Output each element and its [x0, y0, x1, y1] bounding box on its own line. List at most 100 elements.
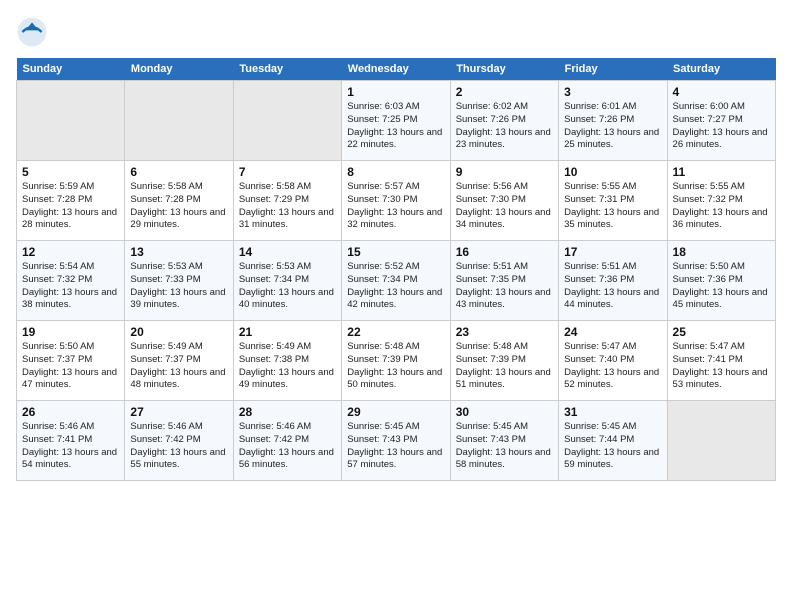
- weekday-header-tuesday: Tuesday: [233, 58, 341, 81]
- day-info: Sunrise: 5:54 AM Sunset: 7:32 PM Dayligh…: [22, 261, 119, 312]
- calendar-cell: 27 Sunrise: 5:46 AM Sunset: 7:42 PM Dayli…: [125, 401, 233, 481]
- day-number: 13: [130, 245, 227, 259]
- calendar-cell: 15 Sunrise: 5:52 AM Sunset: 7:34 PM Dayli…: [342, 241, 450, 321]
- calendar-cell: 1 Sunrise: 6:03 AM Sunset: 7:25 PM Daylig…: [342, 81, 450, 161]
- day-info: Sunrise: 5:49 AM Sunset: 7:38 PM Dayligh…: [239, 341, 336, 392]
- calendar-cell: 17 Sunrise: 5:51 AM Sunset: 7:36 PM Dayli…: [559, 241, 667, 321]
- day-number: 11: [673, 165, 770, 179]
- day-number: 2: [456, 85, 553, 99]
- calendar-week-row: 19 Sunrise: 5:50 AM Sunset: 7:37 PM Dayli…: [17, 321, 776, 401]
- day-number: 23: [456, 325, 553, 339]
- day-number: 20: [130, 325, 227, 339]
- day-info: Sunrise: 5:47 AM Sunset: 7:40 PM Dayligh…: [564, 341, 661, 392]
- logo-icon: [16, 16, 48, 48]
- calendar-week-row: 5Sunrise: 5:59 AM Sunset: 7:28 PM Daylig…: [17, 161, 776, 241]
- calendar-cell: 28Sunrise: 5:46 AM Sunset: 7:42 PM Dayli…: [233, 401, 341, 481]
- day-info: Sunrise: 5:53 AM Sunset: 7:34 PM Dayligh…: [239, 261, 336, 312]
- calendar-cell: [17, 81, 125, 161]
- day-number: 7: [239, 165, 336, 179]
- day-info: Sunrise: 6:01 AM Sunset: 7:26 PM Dayligh…: [564, 101, 661, 152]
- calendar-cell: 5Sunrise: 5:59 AM Sunset: 7:28 PM Daylig…: [17, 161, 125, 241]
- calendar-cell: 9 Sunrise: 5:56 AM Sunset: 7:30 PM Daylig…: [450, 161, 558, 241]
- day-info: Sunrise: 5:55 AM Sunset: 7:32 PM Dayligh…: [673, 181, 770, 232]
- calendar-cell: 31Sunrise: 5:45 AM Sunset: 7:44 PM Dayli…: [559, 401, 667, 481]
- calendar-cell: 6 Sunrise: 5:58 AM Sunset: 7:28 PM Daylig…: [125, 161, 233, 241]
- day-number: 21: [239, 325, 336, 339]
- day-info: Sunrise: 5:45 AM Sunset: 7:43 PM Dayligh…: [347, 421, 444, 472]
- day-info: Sunrise: 5:51 AM Sunset: 7:35 PM Dayligh…: [456, 261, 553, 312]
- day-info: Sunrise: 5:46 AM Sunset: 7:42 PM Dayligh…: [239, 421, 336, 472]
- weekday-header-row: SundayMondayTuesdayWednesdayThursdayFrid…: [17, 58, 776, 81]
- calendar-cell: 26 Sunrise: 5:46 AM Sunset: 7:41 PM Dayli…: [17, 401, 125, 481]
- calendar-week-row: 12 Sunrise: 5:54 AM Sunset: 7:32 PM Dayli…: [17, 241, 776, 321]
- calendar-cell: 4 Sunrise: 6:00 AM Sunset: 7:27 PM Daylig…: [667, 81, 775, 161]
- day-info: Sunrise: 5:50 AM Sunset: 7:37 PM Dayligh…: [22, 341, 119, 392]
- calendar-cell: 2 Sunrise: 6:02 AM Sunset: 7:26 PM Daylig…: [450, 81, 558, 161]
- weekday-header-monday: Monday: [125, 58, 233, 81]
- calendar-cell: 29 Sunrise: 5:45 AM Sunset: 7:43 PM Dayli…: [342, 401, 450, 481]
- day-number: 14: [239, 245, 336, 259]
- day-info: Sunrise: 5:47 AM Sunset: 7:41 PM Dayligh…: [673, 341, 770, 392]
- day-info: Sunrise: 5:45 AM Sunset: 7:44 PM Dayligh…: [564, 421, 661, 472]
- day-info: Sunrise: 5:50 AM Sunset: 7:36 PM Dayligh…: [673, 261, 770, 312]
- calendar-cell: 21 Sunrise: 5:49 AM Sunset: 7:38 PM Dayli…: [233, 321, 341, 401]
- calendar-cell: 19 Sunrise: 5:50 AM Sunset: 7:37 PM Dayli…: [17, 321, 125, 401]
- day-number: 30: [456, 405, 553, 419]
- day-info: Sunrise: 5:51 AM Sunset: 7:36 PM Dayligh…: [564, 261, 661, 312]
- day-number: 12: [22, 245, 119, 259]
- day-number: 6: [130, 165, 227, 179]
- calendar-cell: 22 Sunrise: 5:48 AM Sunset: 7:39 PM Dayli…: [342, 321, 450, 401]
- day-info: Sunrise: 5:58 AM Sunset: 7:29 PM Dayligh…: [239, 181, 336, 232]
- day-info: Sunrise: 5:56 AM Sunset: 7:30 PM Dayligh…: [456, 181, 553, 232]
- day-info: Sunrise: 6:00 AM Sunset: 7:27 PM Dayligh…: [673, 101, 770, 152]
- calendar-cell: 13 Sunrise: 5:53 AM Sunset: 7:33 PM Dayli…: [125, 241, 233, 321]
- day-number: 17: [564, 245, 661, 259]
- day-info: Sunrise: 5:58 AM Sunset: 7:28 PM Dayligh…: [130, 181, 227, 232]
- day-info: Sunrise: 5:52 AM Sunset: 7:34 PM Dayligh…: [347, 261, 444, 312]
- day-number: 4: [673, 85, 770, 99]
- calendar-table: SundayMondayTuesdayWednesdayThursdayFrid…: [16, 58, 776, 481]
- calendar-cell: [233, 81, 341, 161]
- day-number: 29: [347, 405, 444, 419]
- day-number: 1: [347, 85, 444, 99]
- calendar-cell: 3Sunrise: 6:01 AM Sunset: 7:26 PM Daylig…: [559, 81, 667, 161]
- weekday-header-wednesday: Wednesday: [342, 58, 450, 81]
- day-info: Sunrise: 5:55 AM Sunset: 7:31 PM Dayligh…: [564, 181, 661, 232]
- day-info: Sunrise: 6:02 AM Sunset: 7:26 PM Dayligh…: [456, 101, 553, 152]
- calendar-cell: 12 Sunrise: 5:54 AM Sunset: 7:32 PM Dayli…: [17, 241, 125, 321]
- calendar-cell: [667, 401, 775, 481]
- calendar-cell: 11 Sunrise: 5:55 AM Sunset: 7:32 PM Dayli…: [667, 161, 775, 241]
- calendar-cell: 18Sunrise: 5:50 AM Sunset: 7:36 PM Dayli…: [667, 241, 775, 321]
- calendar-cell: 10 Sunrise: 5:55 AM Sunset: 7:31 PM Dayli…: [559, 161, 667, 241]
- day-number: 24: [564, 325, 661, 339]
- day-number: 15: [347, 245, 444, 259]
- calendar-cell: 8Sunrise: 5:57 AM Sunset: 7:30 PM Daylig…: [342, 161, 450, 241]
- calendar-week-row: 26 Sunrise: 5:46 AM Sunset: 7:41 PM Dayli…: [17, 401, 776, 481]
- calendar-header: SundayMondayTuesdayWednesdayThursdayFrid…: [17, 58, 776, 81]
- day-info: Sunrise: 5:46 AM Sunset: 7:42 PM Dayligh…: [130, 421, 227, 472]
- day-info: Sunrise: 5:48 AM Sunset: 7:39 PM Dayligh…: [347, 341, 444, 392]
- calendar-cell: 24 Sunrise: 5:47 AM Sunset: 7:40 PM Dayli…: [559, 321, 667, 401]
- calendar-week-row: 1 Sunrise: 6:03 AM Sunset: 7:25 PM Daylig…: [17, 81, 776, 161]
- day-number: 27: [130, 405, 227, 419]
- calendar-cell: 20Sunrise: 5:49 AM Sunset: 7:37 PM Dayli…: [125, 321, 233, 401]
- day-number: 26: [22, 405, 119, 419]
- weekday-header-sunday: Sunday: [17, 58, 125, 81]
- calendar-cell: 25Sunrise: 5:47 AM Sunset: 7:41 PM Dayli…: [667, 321, 775, 401]
- calendar-cell: 30Sunrise: 5:45 AM Sunset: 7:43 PM Dayli…: [450, 401, 558, 481]
- day-number: 10: [564, 165, 661, 179]
- logo: [16, 16, 52, 48]
- weekday-header-thursday: Thursday: [450, 58, 558, 81]
- day-number: 22: [347, 325, 444, 339]
- page-header: [16, 16, 776, 48]
- calendar-body: 1 Sunrise: 6:03 AM Sunset: 7:25 PM Daylig…: [17, 81, 776, 481]
- calendar-cell: 23Sunrise: 5:48 AM Sunset: 7:39 PM Dayli…: [450, 321, 558, 401]
- day-number: 19: [22, 325, 119, 339]
- day-number: 16: [456, 245, 553, 259]
- day-info: Sunrise: 6:03 AM Sunset: 7:25 PM Dayligh…: [347, 101, 444, 152]
- day-number: 9: [456, 165, 553, 179]
- day-info: Sunrise: 5:53 AM Sunset: 7:33 PM Dayligh…: [130, 261, 227, 312]
- day-info: Sunrise: 5:57 AM Sunset: 7:30 PM Dayligh…: [347, 181, 444, 232]
- calendar-cell: 7 Sunrise: 5:58 AM Sunset: 7:29 PM Daylig…: [233, 161, 341, 241]
- day-info: Sunrise: 5:46 AM Sunset: 7:41 PM Dayligh…: [22, 421, 119, 472]
